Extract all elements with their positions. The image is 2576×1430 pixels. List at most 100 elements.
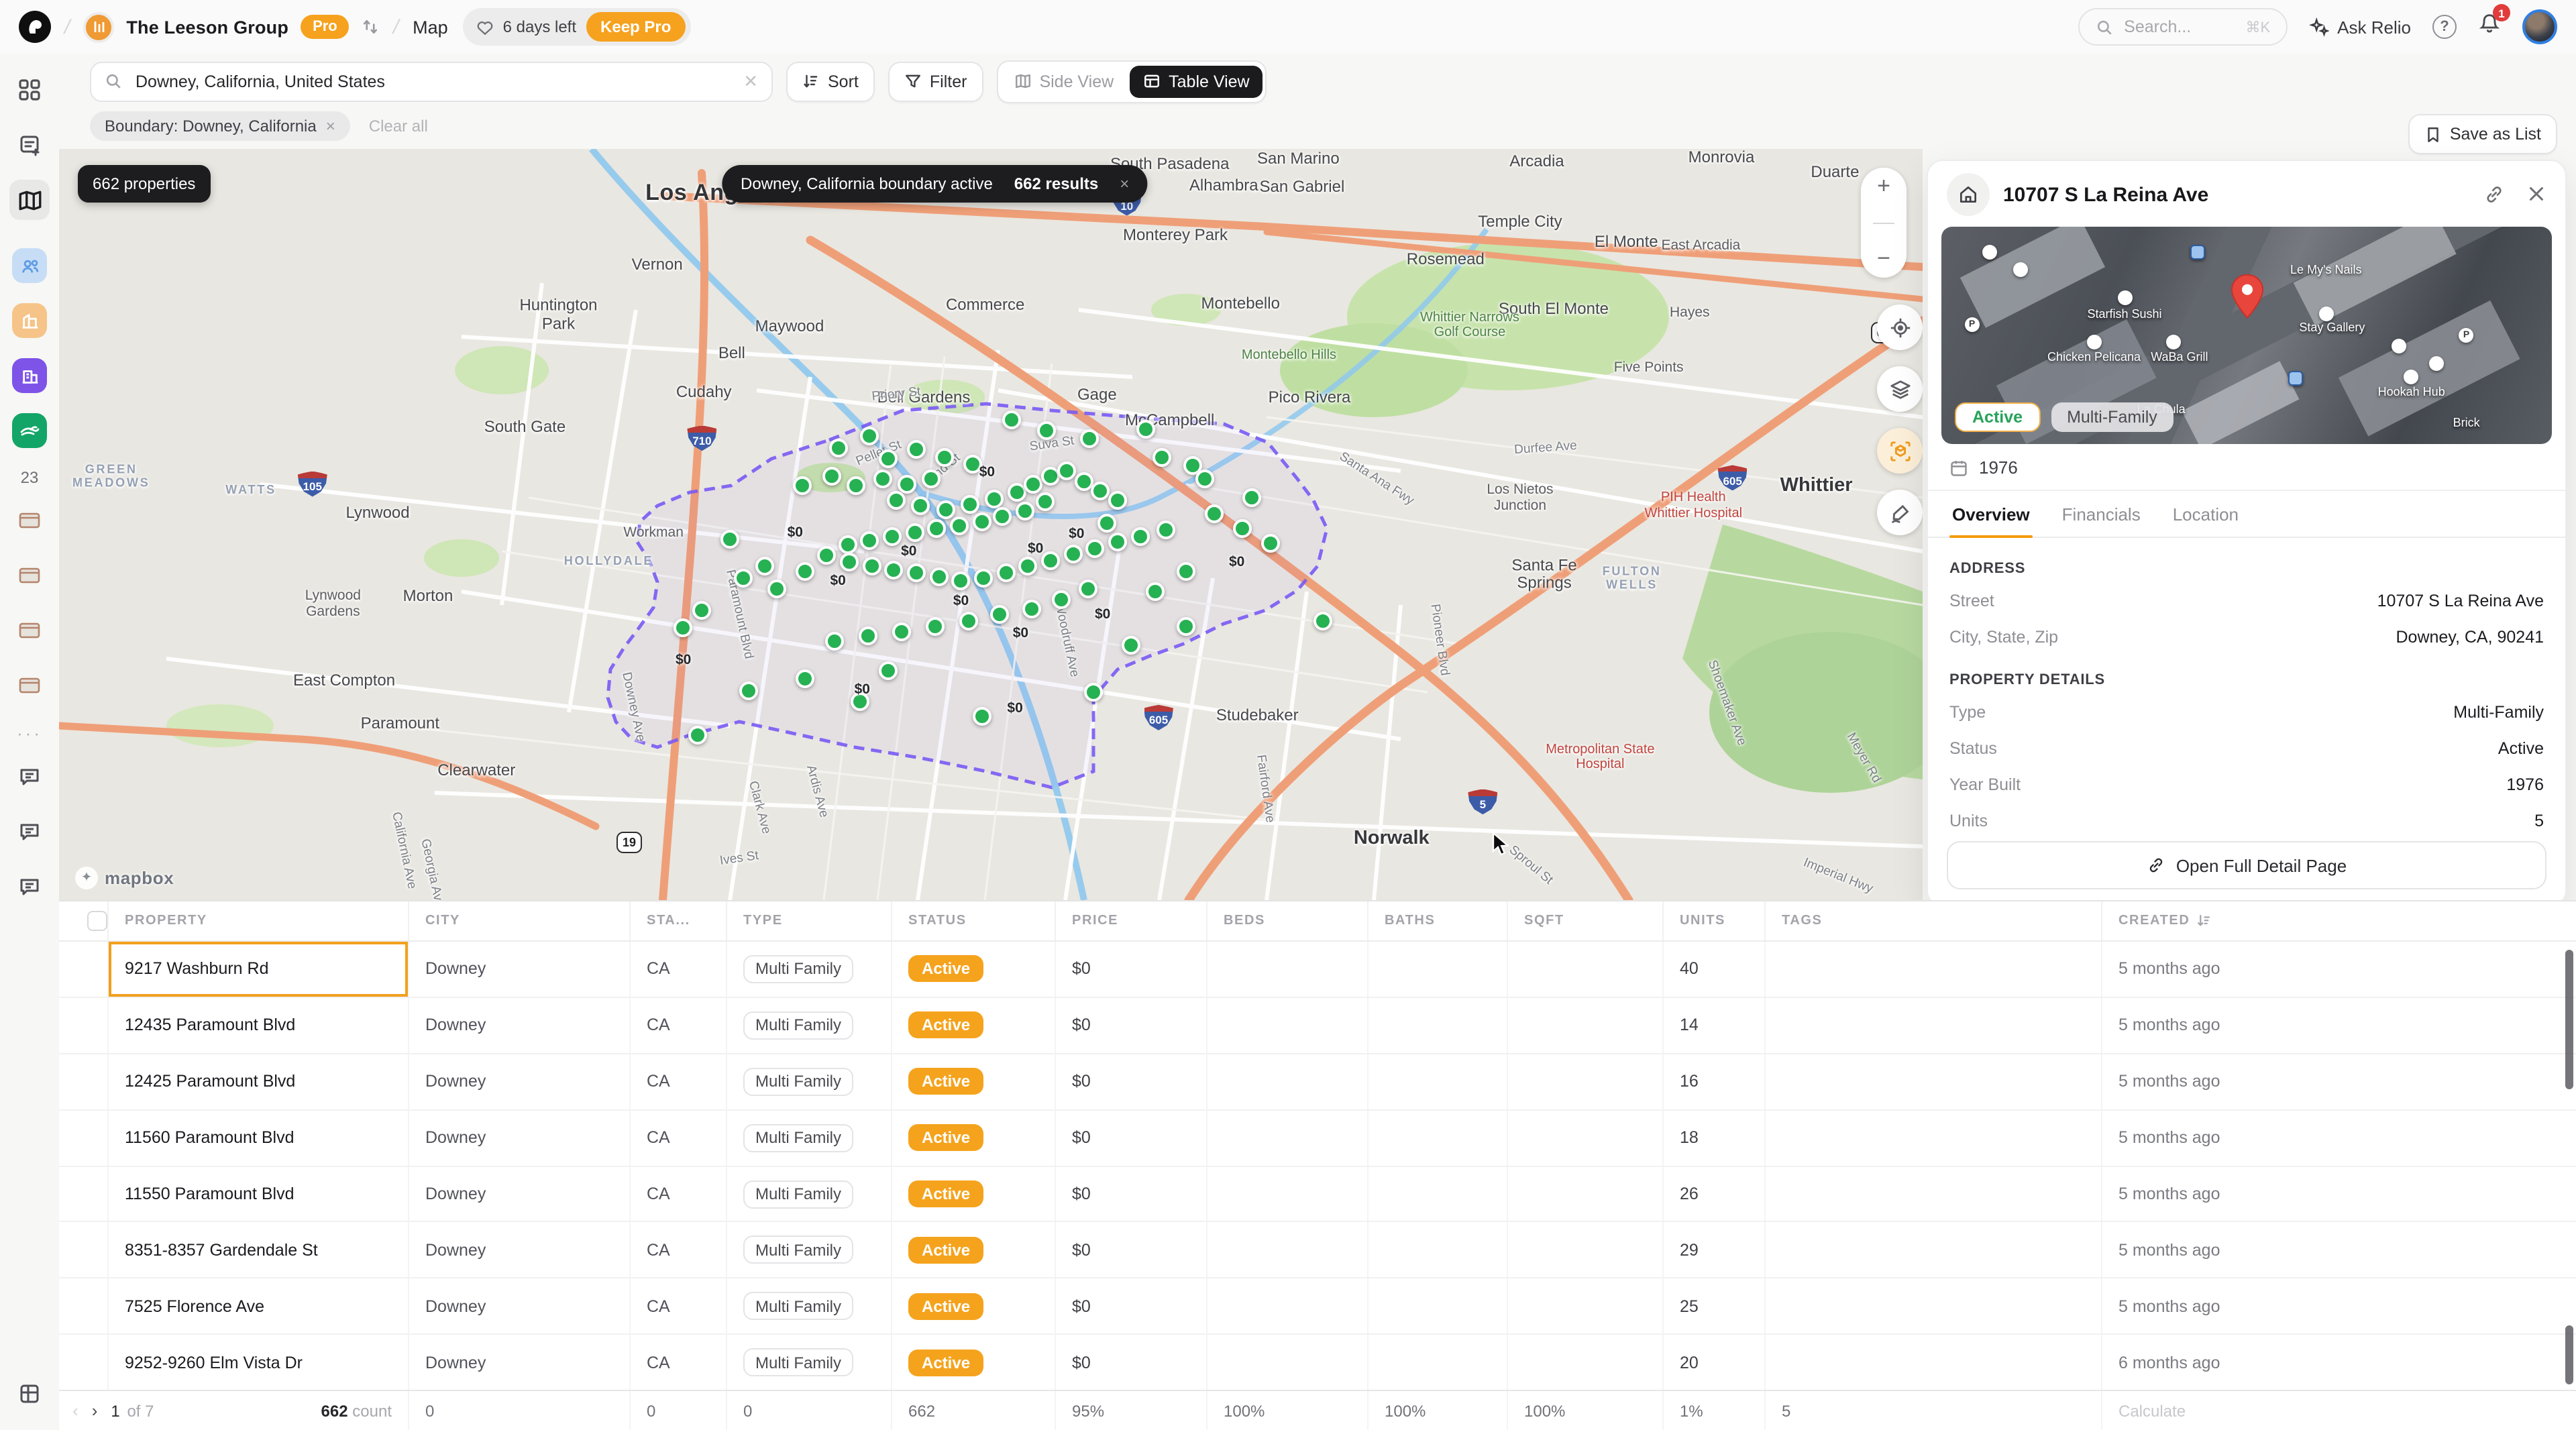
property-marker[interactable] (1153, 447, 1172, 466)
property-marker[interactable] (860, 531, 879, 550)
marker-price-label[interactable]: $0 (1013, 625, 1028, 641)
property-marker[interactable] (1177, 561, 1196, 580)
property-marker[interactable] (935, 447, 954, 466)
copy-link-icon[interactable] (2483, 184, 2505, 205)
table-row[interactable]: 8351-8357 Gardendale StDowneyCAMulti Fam… (59, 1223, 2576, 1279)
property-marker[interactable] (795, 669, 814, 688)
property-marker[interactable] (959, 611, 978, 630)
marker-price-label[interactable]: $0 (676, 652, 691, 668)
location-search-input[interactable] (133, 70, 733, 92)
org-avatar[interactable] (83, 11, 114, 42)
property-marker[interactable] (885, 560, 904, 579)
property-marker[interactable] (985, 490, 1004, 508)
property-marker[interactable] (1075, 472, 1093, 491)
property-marker[interactable] (1036, 492, 1055, 511)
col-state[interactable]: STA... (631, 901, 727, 940)
property-marker[interactable] (1086, 539, 1105, 558)
sidebar-item-chat-3[interactable] (9, 867, 50, 907)
property-marker[interactable] (907, 440, 926, 459)
sidebar-more[interactable]: ··· (17, 723, 42, 743)
col-created[interactable]: CREATED (2102, 901, 2576, 940)
remove-chip-icon[interactable]: × (326, 117, 335, 135)
cell-property[interactable]: 11560 Paramount Blvd (109, 1110, 409, 1165)
property-marker[interactable] (879, 661, 898, 680)
property-marker[interactable] (1233, 519, 1252, 538)
property-marker[interactable] (1097, 514, 1116, 533)
property-marker[interactable] (793, 477, 812, 496)
property-marker[interactable] (1058, 461, 1077, 480)
marker-price-label[interactable]: $0 (1028, 541, 1043, 557)
property-marker[interactable] (1195, 470, 1214, 489)
marker-price-label[interactable]: $0 (1229, 554, 1244, 570)
property-marker[interactable] (840, 553, 859, 571)
property-marker[interactable] (838, 535, 857, 553)
property-marker[interactable] (1080, 429, 1099, 447)
property-marker[interactable] (1002, 410, 1021, 429)
property-marker[interactable] (1037, 421, 1056, 440)
sidebar-item-map[interactable] (9, 180, 50, 220)
table-row[interactable]: 12435 Paramount BlvdDowneyCAMulti Family… (59, 998, 2576, 1054)
sidebar-item-chat-2[interactable] (9, 812, 50, 852)
col-type[interactable]: TYPE (727, 901, 892, 940)
footer-calculate[interactable]: Calculate (2102, 1391, 2576, 1430)
property-marker[interactable] (1019, 557, 1038, 576)
property-marker[interactable] (1121, 635, 1140, 654)
property-marker[interactable] (720, 530, 739, 549)
org-name[interactable]: The Leeson Group (126, 17, 288, 37)
col-units[interactable]: UNITS (1664, 901, 1766, 940)
cell-property[interactable]: 7525 Florence Ave (109, 1279, 409, 1334)
property-marker[interactable] (1205, 504, 1224, 522)
sidebar-item-chat-1[interactable] (9, 757, 50, 797)
property-marker[interactable] (1053, 590, 1071, 609)
sidebar-item-dashboard[interactable] (9, 70, 50, 110)
sidebar-item-properties[interactable] (9, 300, 50, 341)
table-row[interactable]: 11560 Paramount BlvdDowneyCAMulti Family… (59, 1110, 2576, 1166)
col-status[interactable]: STATUS (892, 901, 1056, 940)
property-marker[interactable] (828, 439, 847, 457)
property-marker[interactable] (972, 512, 991, 531)
property-marker[interactable] (1313, 611, 1332, 630)
property-marker[interactable] (1242, 488, 1261, 507)
property-marker[interactable] (974, 569, 993, 588)
help-button[interactable]: ? (2432, 15, 2457, 39)
property-marker[interactable] (910, 496, 929, 515)
keep-pro-button[interactable]: Keep Pro (586, 12, 686, 42)
property-marker[interactable] (929, 567, 948, 586)
global-search[interactable]: Search... ⌘K (2078, 8, 2288, 46)
property-marker[interactable] (996, 563, 1015, 582)
marker-price-label[interactable]: $0 (855, 681, 870, 698)
table-row[interactable]: 12425 Paramount BlvdDowneyCAMulti Family… (59, 1054, 2576, 1111)
breadcrumb-current-map[interactable]: Map (413, 17, 448, 37)
marker-price-label[interactable]: $0 (1095, 606, 1110, 622)
open-full-detail-button[interactable]: Open Full Detail Page (1947, 841, 2546, 889)
filter-button[interactable]: Filter (888, 61, 983, 101)
col-tags[interactable]: TAGS (1766, 901, 2102, 940)
ask-relio-button[interactable]: Ask Relio (2309, 17, 2411, 37)
property-marker[interactable] (883, 527, 902, 546)
col-beds[interactable]: BEDS (1208, 901, 1368, 940)
layers-button[interactable] (1877, 366, 1923, 412)
property-marker[interactable] (689, 726, 708, 745)
property-marker[interactable] (922, 470, 941, 489)
property-marker[interactable] (950, 516, 969, 535)
property-marker[interactable] (1108, 533, 1127, 552)
save-as-list-button[interactable]: Save as List (2408, 114, 2557, 154)
cell-property[interactable]: 12435 Paramount Blvd (109, 998, 409, 1053)
sidebar-item-apps[interactable] (9, 1374, 50, 1414)
property-marker[interactable] (991, 605, 1010, 624)
property-marker[interactable] (1177, 616, 1196, 635)
property-satellite-image[interactable]: PP Le My's NailsStay GalleryStarfish Sus… (1941, 227, 2552, 444)
property-marker[interactable] (1091, 482, 1110, 501)
zoom-in-button[interactable]: + (1877, 180, 1890, 193)
property-marker[interactable] (1024, 476, 1043, 494)
cell-property[interactable]: 8351-8357 Gardendale St (109, 1223, 409, 1278)
draw-button[interactable] (1877, 490, 1923, 535)
property-marker[interactable] (1145, 583, 1164, 602)
marker-price-label[interactable]: $0 (953, 592, 969, 608)
sidebar-item-list-4[interactable] (9, 665, 50, 706)
property-marker[interactable] (756, 557, 775, 576)
tab-financials[interactable]: Financials (2059, 491, 2143, 537)
property-marker[interactable] (873, 470, 892, 488)
property-marker[interactable] (818, 546, 837, 565)
marker-price-label[interactable]: $0 (1007, 700, 1022, 716)
